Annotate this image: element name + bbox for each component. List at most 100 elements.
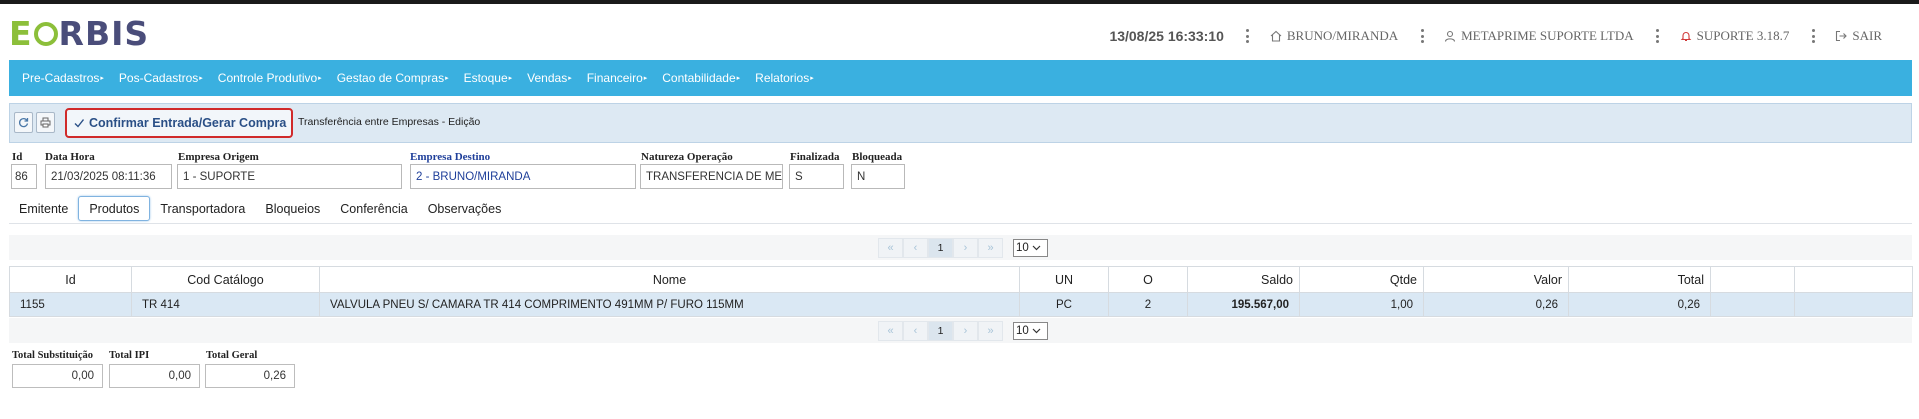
detail-tabs: Emitente Produtos Transportadora Bloquei… [9, 196, 511, 221]
cell-id: 1155 [9, 292, 132, 317]
total-geral-label: Total Geral [206, 350, 258, 361]
toolbar-title: Transferência entre Empresas - Edição [298, 116, 481, 128]
empresa-origem-label: Empresa Origem [178, 151, 259, 163]
id-field[interactable]: 86 [11, 164, 37, 189]
empresa-origem-field[interactable]: 1 - SUPORTE [177, 164, 402, 189]
menu-relatorios[interactable]: Relatorios▸ [755, 71, 814, 85]
prev-page-button[interactable]: ‹ [903, 238, 928, 258]
col-id[interactable]: Id [9, 266, 132, 293]
menu-vendas[interactable]: Vendas▸ [527, 71, 572, 85]
kebab-icon[interactable] [1246, 29, 1250, 43]
cell-total: 0,26 [1568, 292, 1711, 317]
menu-financeiro[interactable]: Financeiro▸ [587, 71, 648, 85]
refresh-icon [19, 118, 29, 128]
col-qtde[interactable]: Qtde [1299, 266, 1424, 293]
data-hora-field[interactable]: 21/03/2025 08:11:36 [45, 164, 172, 189]
data-hora-label: Data Hora [45, 151, 95, 163]
cell-nome: VALVULA PNEU S/ CAMARA TR 414 COMPRIMENT… [319, 292, 1020, 317]
confirm-entry-label: Confirmar Entrada/Gerar Compra [89, 116, 287, 130]
bloqueada-field[interactable]: N [851, 164, 905, 189]
tab-transportadora[interactable]: Transportadora [150, 196, 255, 221]
last-page-button[interactable]: » [978, 238, 1003, 258]
tab-divider [9, 223, 1912, 224]
last-page-button[interactable]: » [978, 321, 1003, 341]
cell-qtde: 1,00 [1299, 292, 1424, 317]
support-label: SUPORTE 3.18.7 [1696, 28, 1790, 43]
refresh-button[interactable] [14, 112, 33, 133]
eorbis-logo[interactable]: E RBIS [9, 14, 149, 53]
print-button[interactable] [36, 112, 55, 133]
tab-bloqueios[interactable]: Bloqueios [255, 196, 330, 221]
next-page-button[interactable]: › [953, 321, 978, 341]
cell-saldo: 195.567,00 [1187, 292, 1300, 317]
menu-gestao-de-compras[interactable]: Gestao de Compras▸ [337, 71, 449, 85]
products-table: Id Cod Catálogo Nome UN O Saldo Qtde Val… [9, 266, 1913, 317]
branch-label: BRUNO/MIRANDA [1286, 28, 1399, 43]
table-header-row: Id Cod Catálogo Nome UN O Saldo Qtde Val… [9, 266, 1913, 293]
col-extra-2 [1794, 266, 1913, 293]
kebab-icon[interactable] [1656, 29, 1660, 43]
menu-pre-cadastros[interactable]: Pre-Cadastros▸ [22, 71, 104, 85]
col-total[interactable]: Total [1568, 266, 1711, 293]
tab-observacoes[interactable]: Observações [418, 196, 512, 221]
cell-o: 2 [1108, 292, 1188, 317]
total-substituicao-field[interactable]: 0,00 [12, 364, 103, 388]
check-icon [74, 119, 84, 128]
finalizada-field[interactable]: S [789, 164, 844, 189]
current-page-button[interactable]: 1 [928, 238, 953, 258]
id-label: Id [12, 151, 23, 163]
table-row[interactable]: 1155 TR 414 VALVULA PNEU S/ CAMARA TR 41… [9, 292, 1913, 317]
tab-produtos[interactable]: Produtos [78, 196, 151, 221]
page-size-select[interactable]: 10 [1013, 322, 1048, 340]
tab-conferencia[interactable]: Conferência [330, 196, 417, 221]
company-selector[interactable]: METAPRIME SUPORTE LTDA [1444, 28, 1634, 44]
col-o[interactable]: O [1108, 266, 1188, 293]
total-ipi-field[interactable]: 0,00 [109, 364, 200, 388]
current-page-button[interactable]: 1 [928, 321, 953, 341]
first-page-button[interactable]: « [878, 321, 903, 341]
col-saldo[interactable]: Saldo [1187, 266, 1300, 293]
natureza-operacao-field[interactable]: TRANSFERENCIA DE MERC [640, 164, 783, 189]
kebab-icon[interactable] [1811, 29, 1815, 43]
total-substituicao-label: Total Substituição [12, 350, 94, 361]
menu-controle-produtivo[interactable]: Controle Produtivo▸ [218, 71, 322, 85]
col-nome[interactable]: Nome [319, 266, 1020, 293]
kebab-icon[interactable] [1420, 29, 1424, 43]
total-geral-field[interactable]: 0,26 [205, 364, 295, 388]
bloqueada-label: Bloqueada [852, 151, 903, 163]
menu-contabilidade[interactable]: Contabilidade▸ [662, 71, 740, 85]
confirm-entry-button[interactable]: Confirmar Entrada/Gerar Compra [65, 108, 293, 138]
cell-extra-2 [1794, 292, 1913, 317]
finalizada-label: Finalizada [790, 151, 840, 163]
menu-pos-cadastros[interactable]: Pos-Cadastros▸ [119, 71, 203, 85]
col-cod-catalogo[interactable]: Cod Catálogo [131, 266, 320, 293]
printer-icon [40, 117, 51, 128]
chevron-down-icon [1032, 245, 1041, 251]
col-valor[interactable]: Valor [1423, 266, 1569, 293]
branch-selector[interactable]: BRUNO/MIRANDA [1270, 28, 1398, 44]
bell-icon [1680, 32, 1691, 42]
chevron-down-icon [1032, 328, 1041, 334]
logout-button[interactable]: SAIR [1835, 28, 1882, 44]
pager-bottom: « ‹ 1 › » 10 [9, 318, 1912, 343]
page-size-select[interactable]: 10 [1013, 239, 1048, 257]
empresa-destino-field[interactable]: 2 - BRUNO/MIRANDA [410, 164, 636, 189]
first-page-button[interactable]: « [878, 238, 903, 258]
prev-page-button[interactable]: ‹ [903, 321, 928, 341]
support-notification[interactable]: SUPORTE 3.18.7 [1680, 28, 1790, 44]
company-label: METAPRIME SUPORTE LTDA [1461, 28, 1634, 43]
next-page-button[interactable]: › [953, 238, 978, 258]
menu-estoque[interactable]: Estoque▸ [464, 71, 513, 85]
col-extra-1 [1710, 266, 1795, 293]
col-un[interactable]: UN [1019, 266, 1109, 293]
user-icon [1445, 30, 1456, 42]
tab-emitente[interactable]: Emitente [9, 196, 78, 221]
logout-icon [1836, 30, 1848, 42]
logout-label: SAIR [1852, 28, 1882, 43]
natureza-operacao-label: Natureza Operação [641, 151, 733, 163]
cell-valor: 0,26 [1423, 292, 1569, 317]
home-icon [1270, 30, 1282, 42]
header-datetime: 13/08/25 16:33:10 [1109, 28, 1224, 44]
header-right: 13/08/25 16:33:10 BRUNO/MIRANDA METAPRIM… [1109, 28, 1919, 44]
cell-un: PC [1019, 292, 1109, 317]
